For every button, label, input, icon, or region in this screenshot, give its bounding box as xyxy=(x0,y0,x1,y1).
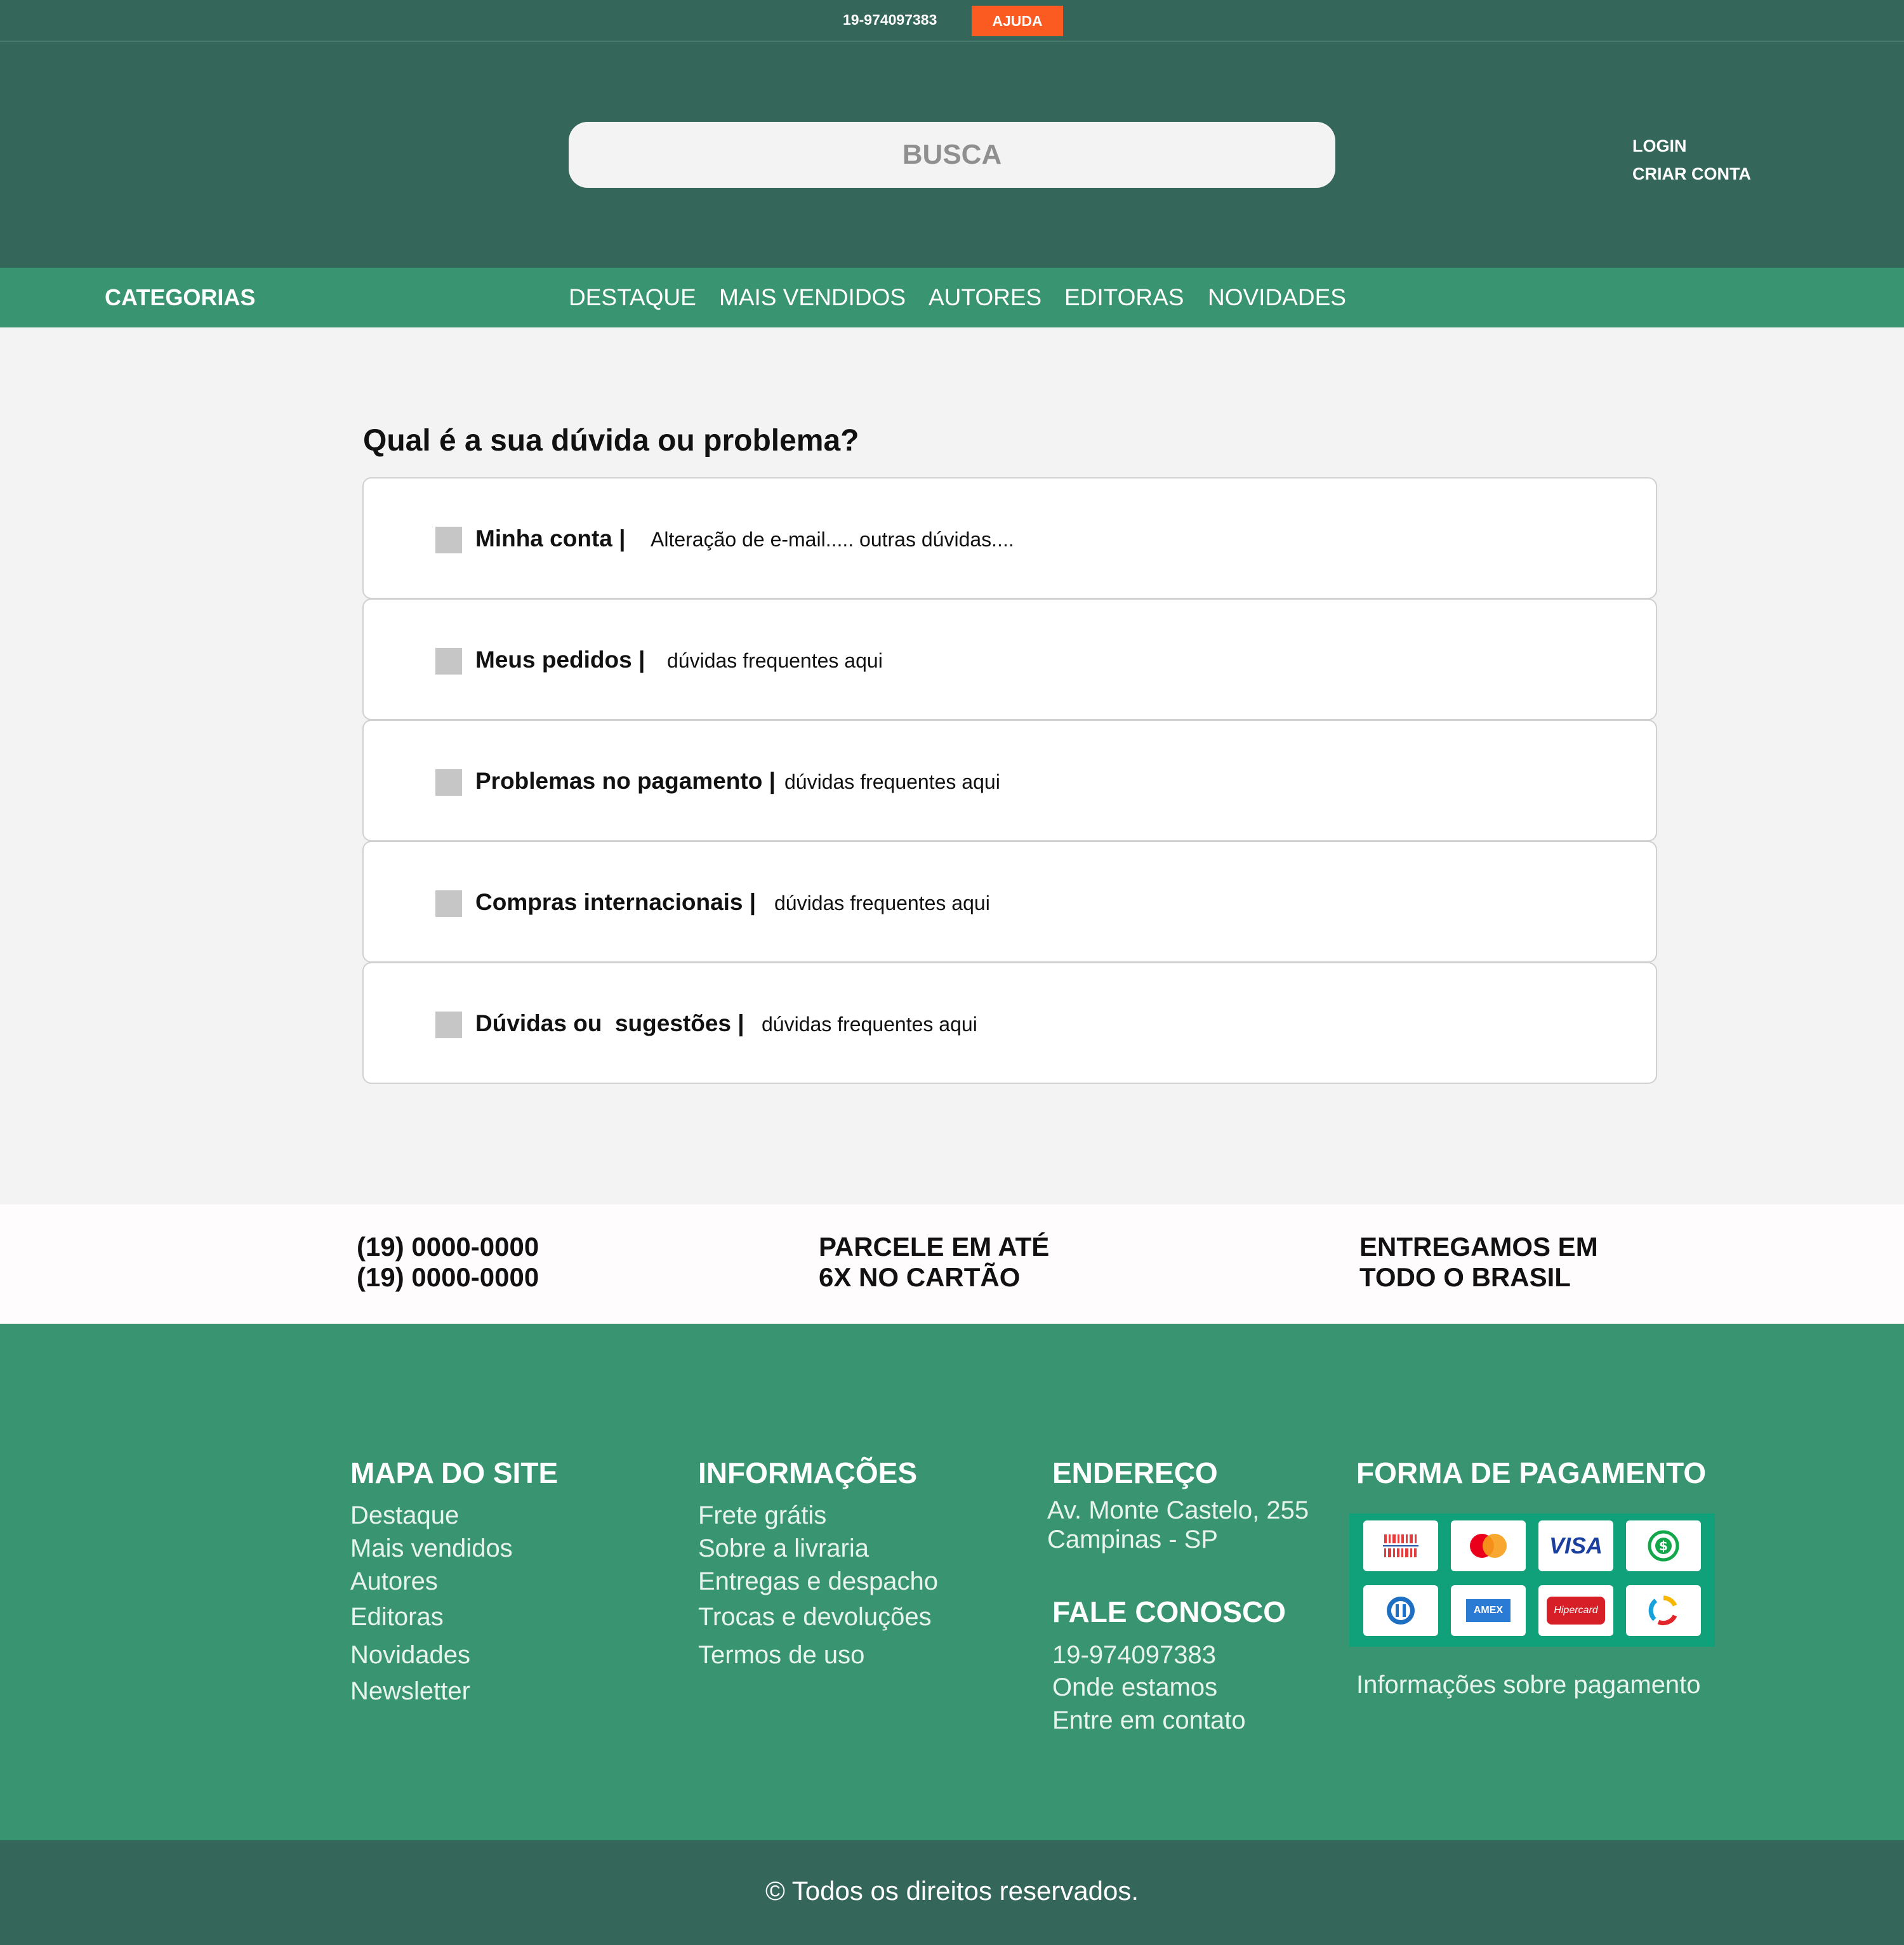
faq-item-compras-internacionais[interactable]: Compras internacionais | dúvidas frequen… xyxy=(362,841,1657,963)
nav-item-mais-vendidos[interactable]: MAIS VENDIDOS xyxy=(719,284,906,311)
visa-text: VISA xyxy=(1549,1533,1603,1559)
footer-link-autores[interactable]: Autores xyxy=(350,1567,438,1596)
faq-item-label: Dúvidas ou sugestões | xyxy=(475,1010,744,1036)
footer-link-entregas[interactable]: Entregas e despacho xyxy=(698,1567,938,1596)
info-phone: (19) 0000-0000 xyxy=(357,1232,539,1262)
visa-icon: VISA xyxy=(1538,1520,1613,1571)
faq-item-desc: dúvidas frequentes aqui xyxy=(667,649,883,672)
faq-checkbox[interactable] xyxy=(435,769,462,796)
login-link[interactable]: LOGIN xyxy=(1632,132,1751,160)
svg-text:$: $ xyxy=(1659,1538,1668,1553)
footer-contact-phone[interactable]: 19-974097383 xyxy=(1052,1641,1216,1670)
faq-item-desc: dúvidas frequentes aqui xyxy=(784,770,1000,793)
footer-link-contato[interactable]: Entre em contato xyxy=(1052,1706,1246,1735)
copyright-bar: © Todos os direitos reservados. xyxy=(0,1840,1904,1945)
info-delivery: ENTREGAMOS EM TODO O BRASIL xyxy=(1359,1232,1598,1293)
elo-icon xyxy=(1626,1585,1701,1636)
faq-item-label: Problemas no pagamento | xyxy=(475,768,776,794)
footer-link-novidades[interactable]: Novidades xyxy=(350,1641,470,1670)
top-bar: 19-974097383 AJUDA xyxy=(0,0,1904,42)
faq-checkbox[interactable] xyxy=(435,648,462,675)
footer-link-mais-vendidos[interactable]: Mais vendidos xyxy=(350,1534,513,1563)
copyright-text: © Todos os direitos reservados. xyxy=(765,1876,1139,1906)
categories-menu[interactable]: CATEGORIAS xyxy=(105,284,255,311)
footer-address-title: ENDEREÇO xyxy=(1052,1456,1218,1489)
info-phone: (19) 0000-0000 xyxy=(357,1262,539,1292)
signup-link[interactable]: CRIAR CONTA xyxy=(1632,160,1751,188)
faq-checkbox[interactable] xyxy=(435,890,462,917)
page-title: Qual é a sua dúvida ou problema? xyxy=(363,424,859,458)
faq-item-label: Minha conta | xyxy=(475,525,626,551)
top-phone: 19-974097383 xyxy=(843,11,937,28)
nav-item-autores[interactable]: AUTORES xyxy=(929,284,1041,311)
footer-address-line: Campinas - SP xyxy=(1047,1526,1218,1553)
footer-address-line: Av. Monte Castelo, 255 xyxy=(1047,1496,1309,1524)
boleto-icon xyxy=(1363,1520,1438,1571)
footer-link-newsletter[interactable]: Newsletter xyxy=(350,1677,470,1706)
faq-item-desc: dúvidas frequentes aqui xyxy=(762,1013,977,1036)
hipercard-icon: Hipercard xyxy=(1538,1585,1613,1636)
main-nav: CATEGORIAS DESTAQUE MAIS VENDIDOS AUTORE… xyxy=(0,268,1904,327)
footer-link-frete[interactable]: Frete grátis xyxy=(698,1501,826,1530)
faq-item-meus-pedidos[interactable]: Meus pedidos | dúvidas frequentes aqui xyxy=(362,598,1657,720)
payment-methods-panel: VISA $ AMEX Hipercard xyxy=(1349,1513,1715,1647)
faq-item-label: Compras internacionais | xyxy=(475,889,757,915)
info-phones: (19) 0000-0000 (19) 0000-0000 xyxy=(357,1232,539,1293)
faq-item-label: Meus pedidos | xyxy=(475,647,645,673)
search-input[interactable] xyxy=(569,122,1335,188)
footer-info-title: INFORMAÇÕES xyxy=(698,1456,917,1489)
info-delivery-line: TODO O BRASIL xyxy=(1359,1262,1571,1292)
amex-text: AMEX xyxy=(1473,1605,1504,1616)
footer-contact-title: FALE CONOSCO xyxy=(1052,1595,1286,1628)
footer-link-sobre[interactable]: Sobre a livraria xyxy=(698,1534,869,1563)
cash-icon: $ xyxy=(1626,1520,1701,1571)
faq-checkbox[interactable] xyxy=(435,527,462,553)
nav-item-novidades[interactable]: NOVIDADES xyxy=(1208,284,1346,311)
footer-link-destaque[interactable]: Destaque xyxy=(350,1501,459,1530)
footer-link-termos[interactable]: Termos de uso xyxy=(698,1641,864,1670)
faq-item-minha-conta[interactable]: Minha conta | Alteração de e-mail..... o… xyxy=(362,477,1657,599)
faq-item-duvidas-sugestoes[interactable]: Dúvidas ou sugestões | dúvidas frequente… xyxy=(362,962,1657,1084)
faq-checkbox[interactable] xyxy=(435,1012,462,1038)
nav-item-editoras[interactable]: EDITORAS xyxy=(1064,284,1184,311)
footer-link-onde-estamos[interactable]: Onde estamos xyxy=(1052,1673,1217,1702)
account-links: LOGIN CRIAR CONTA xyxy=(1632,132,1751,188)
hipercard-text: Hipercard xyxy=(1554,1605,1598,1616)
footer-link-editoras[interactable]: Editoras xyxy=(350,1603,444,1632)
diners-icon xyxy=(1363,1585,1438,1636)
info-delivery-line: ENTREGAMOS EM xyxy=(1359,1232,1598,1262)
amex-icon: AMEX xyxy=(1451,1585,1526,1636)
info-installments-line: PARCELE EM ATÉ xyxy=(819,1232,1050,1262)
help-button[interactable]: AJUDA xyxy=(972,6,1063,36)
header: LOGIN CRIAR CONTA xyxy=(0,42,1904,268)
nav-item-destaque[interactable]: DESTAQUE xyxy=(569,284,696,311)
faq-item-desc: Alteração de e-mail..... outras dúvidas.… xyxy=(651,528,1014,551)
info-installments-line: 6X NO CARTÃO xyxy=(819,1262,1021,1292)
footer-payment-title: FORMA DE PAGAMENTO xyxy=(1356,1456,1707,1489)
faq-item-problemas-pagamento[interactable]: Problemas no pagamento | dúvidas frequen… xyxy=(362,720,1657,841)
footer-sitemap-title: MAPA DO SITE xyxy=(350,1456,559,1489)
mastercard-icon xyxy=(1451,1520,1526,1571)
info-installments: PARCELE EM ATÉ 6X NO CARTÃO xyxy=(819,1232,1049,1293)
payment-info-link[interactable]: Informações sobre pagamento xyxy=(1356,1671,1701,1699)
footer-link-trocas[interactable]: Trocas e devoluções xyxy=(698,1603,932,1632)
faq-item-desc: dúvidas frequentes aqui xyxy=(774,892,990,914)
info-strip: (19) 0000-0000 (19) 0000-0000 PARCELE EM… xyxy=(0,1204,1904,1324)
